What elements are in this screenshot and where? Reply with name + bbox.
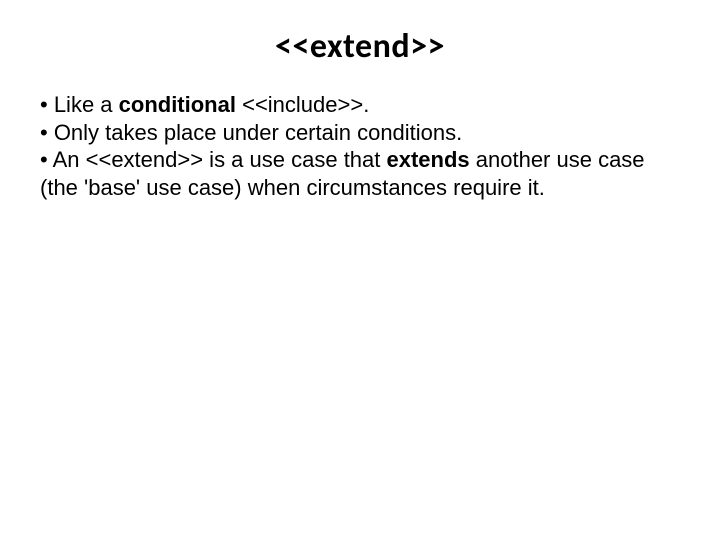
bullet-1-prefix: • Like a [40,92,119,117]
bullet-1-suffix: <<include>>. [242,92,369,117]
bullet-1: • Like a conditional <<include>>. [40,91,680,119]
slide: <<extend>> • Like a conditional <<includ… [0,0,720,540]
bullet-2: • Only takes place under certain conditi… [40,119,680,147]
bullet-3-bold: extends [387,147,476,172]
slide-title: <<extend>> [40,26,680,67]
slide-body: • Like a conditional <<include>>. • Only… [40,91,680,201]
bullet-1-bold: conditional [119,92,242,117]
bullet-3: • An <<extend>> is a use case that exten… [40,146,680,201]
bullet-3-prefix: • An <<extend>> is a use case that [40,147,387,172]
